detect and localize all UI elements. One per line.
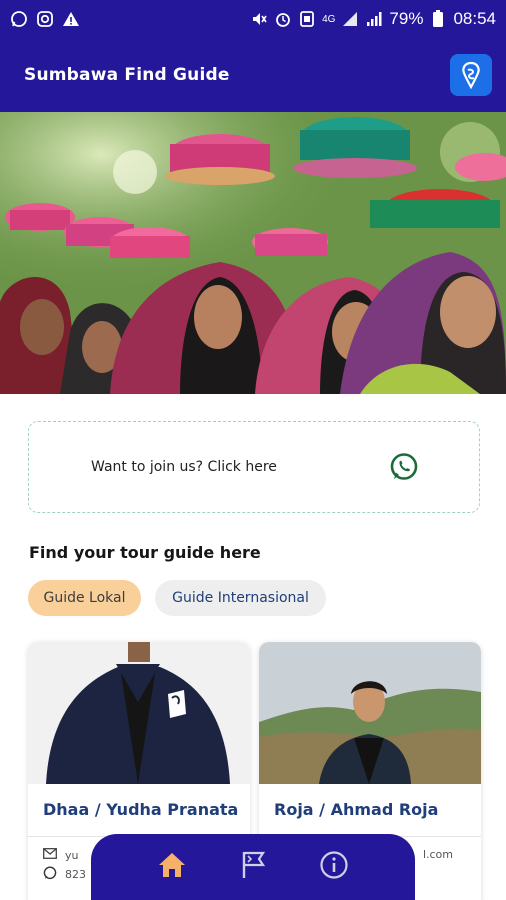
guide-photo bbox=[259, 642, 481, 784]
info-icon bbox=[319, 850, 349, 884]
signal-icon-1 bbox=[341, 10, 359, 28]
filter-chip-guide-internasional[interactable]: Guide Internasional bbox=[155, 580, 326, 616]
nfc-icon bbox=[298, 10, 316, 28]
nav-flag[interactable] bbox=[233, 847, 273, 887]
status-bar: 4G 79% 08:54 bbox=[0, 0, 506, 38]
signal-icon-2 bbox=[365, 10, 383, 28]
network-type: 4G bbox=[322, 13, 336, 25]
whatsapp-icon[interactable] bbox=[389, 452, 419, 482]
home-icon bbox=[157, 851, 187, 883]
instagram-notification-icon bbox=[36, 10, 54, 28]
mail-icon bbox=[43, 848, 57, 862]
nav-home[interactable] bbox=[152, 847, 192, 887]
guide-phone-row: 823 bbox=[43, 866, 86, 883]
guide-name: Dhaa / Yudha Pranata bbox=[43, 800, 239, 819]
clock: 08:54 bbox=[453, 9, 496, 28]
flag-icon bbox=[239, 850, 267, 884]
app-logo-icon[interactable] bbox=[450, 54, 492, 96]
bottom-navigation bbox=[91, 834, 415, 900]
guide-email[interactable]: l.com bbox=[423, 848, 453, 861]
whatsapp-notification-icon bbox=[10, 10, 28, 28]
warning-notification-icon bbox=[62, 10, 80, 28]
alarm-icon bbox=[274, 10, 292, 28]
join-cta-card[interactable]: Want to join us? Click here bbox=[28, 421, 480, 513]
guide-phone[interactable]: 823 bbox=[65, 868, 86, 881]
section-title: Find your tour guide here bbox=[29, 543, 261, 562]
join-cta-text: Want to join us? Click here bbox=[91, 459, 277, 475]
guide-name: Roja / Ahmad Roja bbox=[274, 800, 439, 819]
whatsapp-small-icon bbox=[43, 866, 57, 883]
battery-icon bbox=[429, 10, 447, 28]
filter-chip-guide-lokal[interactable]: Guide Lokal bbox=[28, 580, 141, 616]
mute-icon bbox=[250, 10, 268, 28]
guide-photo bbox=[28, 642, 250, 784]
hero-image bbox=[0, 112, 506, 394]
app-title: Sumbawa Find Guide bbox=[24, 65, 230, 85]
guide-email-row: yu bbox=[43, 848, 78, 862]
battery-percent: 79% bbox=[389, 9, 424, 28]
guide-email-row: l.com bbox=[423, 848, 453, 861]
app-bar: Sumbawa Find Guide bbox=[0, 38, 506, 112]
guide-email[interactable]: yu bbox=[65, 849, 78, 862]
nav-info[interactable] bbox=[314, 847, 354, 887]
